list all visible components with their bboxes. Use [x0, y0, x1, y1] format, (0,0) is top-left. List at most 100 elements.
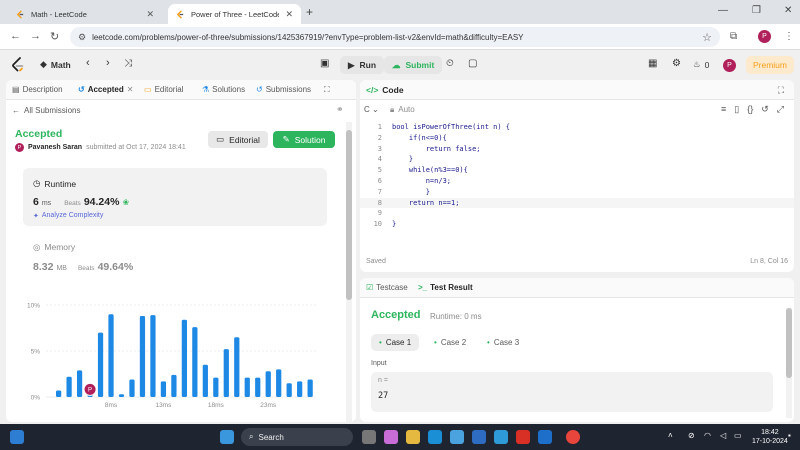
chart-bar[interactable]	[223, 349, 229, 397]
wifi-icon[interactable]: ◠	[704, 431, 711, 440]
scrollbar-thumb[interactable]	[346, 130, 352, 300]
runtime-card[interactable]: ◷ Runtime 6 ms Beats 94.24% ❀ ✦ Analyze …	[23, 168, 327, 226]
streak-counter[interactable]: ♨ 0	[693, 59, 709, 70]
url-bar[interactable]: ⚙ leetcode.com/problems/power-of-three/s…	[70, 27, 720, 47]
close-tab-icon[interactable]: ✕	[146, 9, 154, 20]
maximize-icon[interactable]: ❐	[752, 5, 761, 16]
chart-bar[interactable]	[213, 377, 219, 397]
close-window-icon[interactable]: ✕	[784, 5, 792, 16]
code-line[interactable]: 1 bool isPowerOfThree(int n) {	[360, 122, 794, 133]
close-tab-icon[interactable]: ✕	[285, 9, 293, 20]
case-tab-1[interactable]: • Case 1	[371, 334, 420, 351]
editorial-button[interactable]: ▭ Editorial	[208, 131, 268, 148]
terminal-app-icon[interactable]	[494, 430, 508, 444]
fullscreen-icon[interactable]: ⛶	[324, 85, 330, 95]
tab-editorial[interactable]: ▭ Editorial	[144, 85, 183, 94]
auto-mode[interactable]: 🔒︎ Auto	[390, 105, 415, 115]
outlook-icon[interactable]	[538, 430, 552, 444]
all-submissions-link[interactable]: ← All Submissions	[12, 106, 80, 115]
app-icon[interactable]	[472, 430, 486, 444]
chart-bar[interactable]	[192, 327, 198, 397]
tab-submissions[interactable]: ↺ Submissions	[256, 85, 311, 94]
layout-grid-icon[interactable]: ▦	[648, 58, 657, 69]
battery-icon[interactable]: ▭	[734, 431, 742, 440]
code-line[interactable]: 4 }	[360, 154, 794, 165]
case-tab-3[interactable]: • Case 3	[479, 334, 527, 351]
tab-solutions[interactable]: ⚗ Solutions	[202, 85, 245, 94]
code-line[interactable]: 2 if(n<=0){	[360, 133, 794, 144]
notes-icon[interactable]: ▢	[468, 58, 477, 69]
expand-icon[interactable]: ⤢	[777, 104, 784, 115]
store-icon[interactable]	[450, 430, 464, 444]
case-tab-2[interactable]: • Case 2	[426, 334, 474, 351]
chart-bar[interactable]	[150, 315, 156, 397]
left-panel-scrollbar[interactable]	[346, 122, 352, 422]
mcafee-icon[interactable]	[516, 430, 530, 444]
braces-icon[interactable]: {}	[747, 104, 753, 115]
problem-list-link[interactable]: ◆ Math	[40, 59, 71, 70]
reset-icon[interactable]: ↺	[761, 104, 769, 115]
language-select[interactable]: C ⌄	[364, 105, 379, 114]
clock[interactable]: 18:42 17-10-2024	[752, 428, 788, 446]
test-panel-scrollbar[interactable]	[786, 308, 792, 418]
solution-button[interactable]: ✎ Solution	[273, 131, 335, 148]
fullscreen-icon[interactable]: ⛶	[778, 85, 784, 96]
bookmark-icon[interactable]: ▯	[734, 104, 739, 115]
file-explorer-icon[interactable]	[406, 430, 420, 444]
chart-bar[interactable]	[76, 370, 83, 397]
chevron-up-icon[interactable]: ˄	[668, 431, 673, 440]
chart-bar[interactable]	[265, 371, 271, 397]
chart-bar[interactable]	[234, 337, 240, 397]
tab-testcase[interactable]: ☑ Testcase	[366, 283, 408, 292]
prev-problem-icon[interactable]: ‹	[86, 57, 90, 69]
chart-bar[interactable]	[97, 332, 104, 397]
chart-bar[interactable]	[286, 383, 292, 397]
run-button[interactable]: ▶ Run	[340, 56, 385, 74]
user-name[interactable]: Pavanesh Saran	[28, 144, 82, 151]
memory-label[interactable]: ◎ Memory	[33, 242, 75, 253]
reload-icon[interactable]: ↻	[50, 30, 59, 43]
chart-bar[interactable]	[66, 376, 72, 397]
chart-bar[interactable]	[181, 319, 187, 397]
bookmark-star-icon[interactable]: ☆	[702, 31, 712, 44]
chart-bar[interactable]	[108, 314, 114, 397]
tab-accepted[interactable]: ↺ Accepted ✕	[78, 85, 133, 94]
menu-kebab-icon[interactable]: ⋮	[784, 31, 794, 42]
shuffle-icon[interactable]: ⤨	[124, 58, 132, 69]
analyze-complexity-link[interactable]: ✦ Analyze Complexity	[33, 212, 103, 220]
system-tray-icon[interactable]: ▪	[788, 431, 791, 440]
taskbar-search[interactable]: ⌕ Search	[241, 428, 353, 446]
runtime-distribution-chart[interactable]: 10% 5% 0% P 8ms 13ms 18ms 23ms	[6, 295, 346, 422]
scrollbar-thumb[interactable]	[786, 308, 792, 378]
notification-icon[interactable]: ⊘	[688, 431, 695, 440]
link-icon[interactable]: ⚭	[336, 104, 344, 115]
code-line[interactable]: 9	[360, 208, 794, 219]
user-avatar[interactable]: P	[723, 59, 736, 72]
copilot-icon[interactable]	[384, 430, 398, 444]
chart-bar[interactable]	[244, 377, 250, 397]
tab-test-result[interactable]: >_ Test Result	[418, 283, 473, 292]
chart-bar[interactable]	[56, 390, 62, 397]
site-info-icon[interactable]: ⚙	[78, 32, 86, 43]
forward-arrow-icon[interactable]: →	[30, 30, 41, 42]
chart-bar[interactable]	[139, 316, 146, 397]
leetcode-logo-icon[interactable]	[11, 57, 25, 73]
volume-icon[interactable]: ◁	[720, 431, 726, 440]
profile-avatar[interactable]: P	[758, 30, 771, 43]
chart-bar[interactable]	[297, 381, 303, 397]
browser-tab-math[interactable]: Math - LeetCode ✕	[8, 4, 162, 24]
tab-description[interactable]: ▤ Description	[12, 85, 63, 94]
chart-bar[interactable]	[129, 379, 135, 397]
back-arrow-icon[interactable]: ←	[10, 30, 21, 42]
chart-bar[interactable]	[118, 394, 125, 397]
extensions-icon[interactable]: ⧉	[730, 31, 737, 42]
premium-button[interactable]: Premium	[746, 56, 794, 74]
settings-gear-icon[interactable]: ⚙	[672, 58, 681, 69]
weather-widget-icon[interactable]	[10, 430, 24, 444]
debug-icon[interactable]: ▣	[320, 58, 329, 69]
submit-button[interactable]: ☁ Submit	[384, 56, 443, 74]
format-icon[interactable]: ≡	[721, 104, 726, 115]
chart-bar[interactable]	[202, 364, 208, 397]
code-line[interactable]: 3 return false;	[360, 144, 794, 155]
timer-icon[interactable]: ⏲	[446, 58, 454, 69]
